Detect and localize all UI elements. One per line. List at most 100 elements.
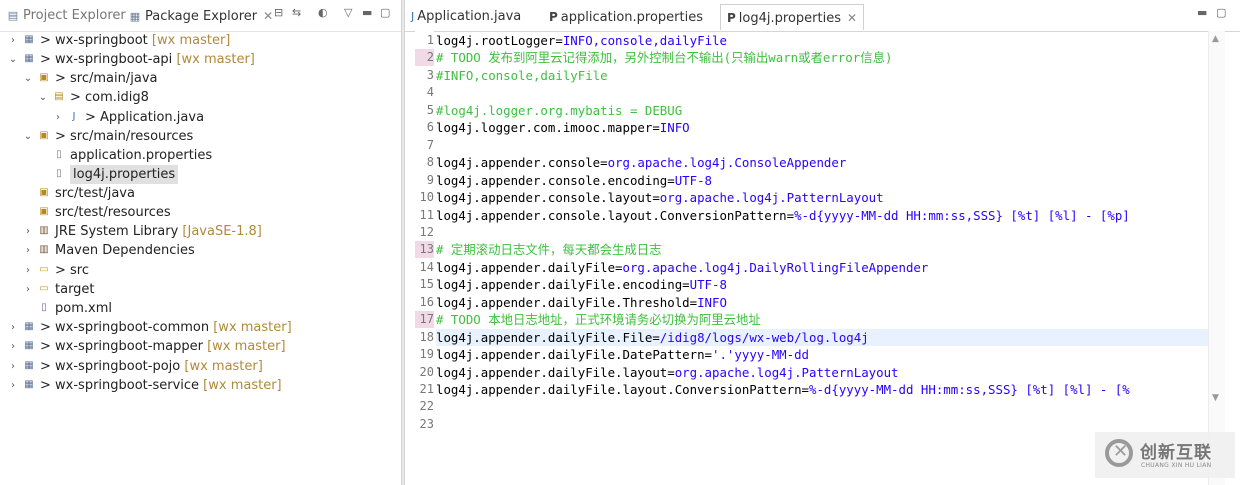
- code-line[interactable]: [436, 416, 1208, 433]
- tree-item[interactable]: › ▦ > wx-springboot-pojo [wx master]: [0, 357, 400, 376]
- tree-item-text: src/test/resources: [55, 205, 171, 220]
- tree-item[interactable]: › ▦ > wx-springboot-common [wx master]: [0, 318, 400, 337]
- code-line[interactable]: log4j.appender.console=org.apache.log4j.…: [436, 154, 1208, 171]
- chevron-right-icon[interactable]: ›: [8, 337, 18, 356]
- code-line[interactable]: #INFO,console,dailyFile: [436, 67, 1208, 84]
- git-branch-label: [wx master]: [176, 52, 255, 67]
- tree-item[interactable]: ▯ log4j.properties: [0, 165, 400, 184]
- tab-package-explorer[interactable]: ▦ Package Explorer ✕: [128, 4, 274, 28]
- code-line[interactable]: [436, 398, 1208, 415]
- code-line[interactable]: log4j.appender.console.layout.Conversion…: [436, 207, 1208, 224]
- focus-task-icon[interactable]: ◐: [318, 6, 328, 19]
- tree-item[interactable]: ⌄ ▦ > wx-springboot-api [wx master]: [0, 50, 400, 69]
- tab-application-java[interactable]: J Application.java: [405, 4, 527, 30]
- tree-item-text: Maven Dependencies: [55, 243, 195, 258]
- close-icon[interactable]: ✕: [263, 9, 273, 23]
- code-editor-text[interactable]: log4j.rootLogger=INFO,console,dailyFile #…: [436, 31, 1208, 485]
- code-line[interactable]: [436, 224, 1208, 241]
- code-line[interactable]: log4j.appender.console.layout=org.apache…: [436, 189, 1208, 206]
- tree-item[interactable]: › ▭ > src: [0, 261, 400, 280]
- tree-item-label: > wx-springboot-common [wx master]: [40, 318, 292, 337]
- tree-item-label: src/test/resources: [55, 203, 171, 222]
- chevron-down-icon[interactable]: ⌄: [23, 69, 33, 88]
- property-key: log4j.appender.console=: [436, 155, 608, 171]
- chevron-down-icon[interactable]: ⌄: [23, 127, 33, 146]
- chevron-right-icon[interactable]: ›: [23, 222, 33, 241]
- chevron-right-icon[interactable]: ›: [53, 108, 63, 127]
- close-icon[interactable]: ✕: [847, 11, 857, 25]
- line-number: 21: [419, 382, 434, 396]
- tab-application-properties[interactable]: Papplication.properties: [543, 4, 709, 30]
- code-line[interactable]: log4j.rootLogger=INFO,console,dailyFile: [436, 32, 1208, 49]
- code-line[interactable]: log4j.appender.dailyFile.DatePattern='.'…: [436, 346, 1208, 363]
- property-key: log4j.rootLogger=: [436, 33, 563, 48]
- code-line[interactable]: # 定期滚动日志文件，每天都会生成日志: [436, 241, 1208, 258]
- chevron-right-icon[interactable]: ›: [8, 376, 18, 395]
- property-key: log4j.logger.com.imooc.mapper=: [436, 120, 660, 136]
- tree-item[interactable]: › ▦ > wx-springboot [wx master]: [0, 31, 400, 50]
- maximize-icon[interactable]: ▢: [380, 6, 390, 19]
- tree-item[interactable]: ▯ application.properties: [0, 146, 400, 165]
- line-number: 18: [419, 329, 434, 344]
- tree-item-label: pom.xml: [55, 299, 112, 318]
- tree-item[interactable]: ▯ pom.xml: [0, 299, 400, 318]
- maximize-icon[interactable]: ▢: [1216, 6, 1226, 19]
- code-line[interactable]: # TODO 本地日志地址，正式环境请务必切换为阿里云地址: [436, 311, 1208, 328]
- property-value: UTF-8: [674, 172, 713, 188]
- tree-item[interactable]: › ▦ > wx-springboot-mapper [wx master]: [0, 337, 400, 356]
- minimize-icon[interactable]: ▬: [362, 6, 372, 19]
- chevron-right-icon[interactable]: ›: [8, 318, 18, 337]
- tree-item[interactable]: ⌄ ▤ > com.idig8: [0, 88, 400, 107]
- line-number: 4: [426, 85, 434, 100]
- tree-item[interactable]: ⌄ ▣ > src/main/resources: [0, 127, 400, 146]
- tree-item[interactable]: › ▦ > wx-springboot-service [wx master]: [0, 376, 400, 395]
- java-file-icon: J: [72, 111, 76, 122]
- tree-item[interactable]: ⌄ ▣ > src/main/java: [0, 69, 400, 88]
- code-line[interactable]: log4j.appender.dailyFile.layout.Conversi…: [436, 381, 1208, 398]
- code-line[interactable]: log4j.appender.dailyFile=org.apache.log4…: [436, 259, 1208, 276]
- vertical-scrollbar[interactable]: ▲ ▼: [1208, 31, 1225, 485]
- code-line[interactable]: log4j.appender.dailyFile.Threshold=INFO: [436, 294, 1208, 311]
- library-icon: ▥: [39, 244, 49, 255]
- property-value: INFO,console,dailyFile: [562, 33, 727, 48]
- code-line[interactable]: log4j.appender.dailyFile.encoding=UTF-8: [436, 276, 1208, 293]
- tree-item[interactable]: › ▥ Maven Dependencies: [0, 241, 400, 260]
- chevron-right-icon[interactable]: ›: [8, 31, 18, 50]
- chevron-down-icon[interactable]: ▼: [1212, 393, 1219, 403]
- tree-item-label: > src/main/java: [55, 69, 157, 88]
- chevron-right-icon[interactable]: ›: [23, 241, 33, 260]
- view-menu-icon[interactable]: ▽: [344, 6, 352, 19]
- minimize-icon[interactable]: ▬: [1197, 6, 1207, 19]
- watermark-subtext: CHUANG XIN HU LIAN: [1141, 462, 1212, 469]
- tree-item[interactable]: › ▭ target: [0, 280, 400, 299]
- tree-item[interactable]: ▣ src/test/resources: [0, 203, 400, 222]
- code-line[interactable]: log4j.appender.console.encoding=UTF-8: [436, 172, 1208, 189]
- tree-item-text: > Application.java: [85, 110, 205, 125]
- chevron-down-icon[interactable]: ⌄: [38, 88, 48, 107]
- code-line[interactable]: [436, 137, 1208, 154]
- link-with-editor-icon[interactable]: ⇆: [292, 6, 301, 19]
- chevron-right-icon[interactable]: ›: [8, 357, 18, 376]
- chevron-right-icon[interactable]: ›: [23, 261, 33, 280]
- collapse-all-icon[interactable]: ⊟: [274, 6, 283, 19]
- code-line[interactable]: # TODO 发布到阿里云记得添加，另外控制台不输出(只输出warn或者erro…: [436, 49, 1208, 66]
- code-line[interactable]: log4j.appender.dailyFile.File=/idig8/log…: [436, 328, 1208, 346]
- tree-item-text: > src/main/resources: [55, 129, 194, 144]
- project-icon: ▦: [24, 34, 34, 45]
- code-line[interactable]: [436, 84, 1208, 101]
- property-key: log4j.appender.dailyFile.layout.Conversi…: [436, 382, 809, 397]
- tab-log4j-properties[interactable]: Plog4j.properties ✕: [720, 4, 865, 30]
- project-icon: ▦: [24, 360, 34, 371]
- tab-project-explorer[interactable]: ▤ Project Explorer: [6, 4, 126, 28]
- code-line[interactable]: #log4j.logger.org.mybatis = DEBUG: [436, 102, 1208, 119]
- tree-item-label: > Application.java: [85, 108, 204, 127]
- tree-item[interactable]: ▣ src/test/java: [0, 184, 400, 203]
- chevron-down-icon[interactable]: ⌄: [8, 50, 18, 69]
- tree-item[interactable]: › ▥ JRE System Library [JavaSE-1.8]: [0, 222, 400, 241]
- code-line[interactable]: log4j.logger.com.imooc.mapper=INFO: [436, 119, 1208, 136]
- chevron-up-icon[interactable]: ▲: [1212, 34, 1219, 44]
- chevron-right-icon[interactable]: ›: [23, 280, 33, 299]
- tree-item[interactable]: › J > Application.java: [0, 108, 400, 127]
- properties-file-icon: ▯: [56, 168, 62, 179]
- code-line[interactable]: log4j.appender.dailyFile.layout=org.apac…: [436, 364, 1208, 381]
